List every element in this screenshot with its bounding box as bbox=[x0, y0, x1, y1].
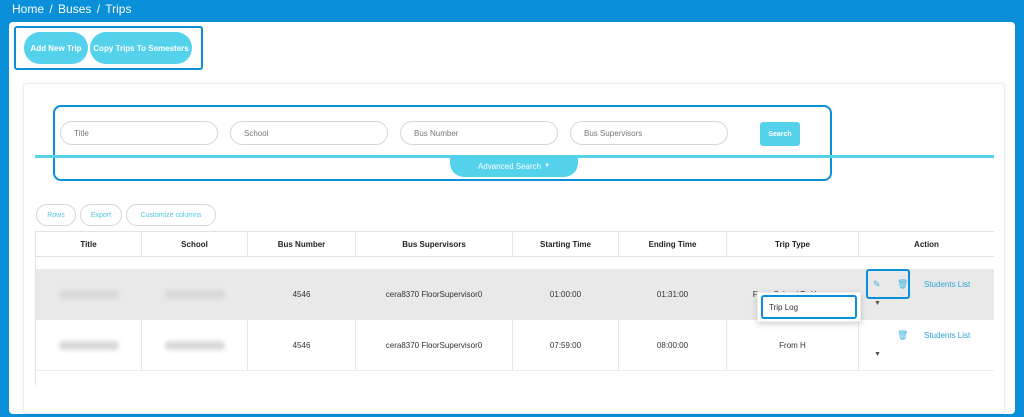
caret-down-icon[interactable]: ▼ bbox=[874, 351, 881, 358]
bus-number-filter-input[interactable]: Bus Number bbox=[400, 121, 558, 145]
customize-columns-button[interactable]: Customize columns bbox=[126, 204, 216, 226]
header-bus-supervisors[interactable]: Bus Supervisors bbox=[356, 232, 513, 256]
end-time-cell: 08:00:00 bbox=[619, 320, 727, 370]
header-bus-number[interactable]: Bus Number bbox=[248, 232, 356, 256]
breadcrumb: Home / Buses / Trips bbox=[12, 2, 133, 16]
pencil-icon[interactable]: ✎ bbox=[873, 279, 881, 290]
title-cell-redacted bbox=[36, 269, 142, 320]
caret-down-icon[interactable]: ▼ bbox=[874, 300, 881, 307]
header-title[interactable]: Title bbox=[36, 232, 142, 256]
copy-trips-button[interactable]: Copy Trips To Semesters bbox=[90, 32, 192, 64]
breadcrumb-separator: / bbox=[49, 2, 53, 16]
export-button[interactable]: Export bbox=[80, 204, 122, 226]
add-new-trip-button[interactable]: Add New Trip bbox=[24, 32, 88, 64]
title-filter-input[interactable]: Title bbox=[60, 121, 218, 145]
bus-supervisors-filter-input[interactable]: Bus Supervisors bbox=[570, 121, 728, 145]
breadcrumb-home[interactable]: Home bbox=[12, 2, 44, 16]
header-school[interactable]: School bbox=[142, 232, 248, 256]
table-row: 4546 cera8370 FloorSupervisor0 07:59:00 … bbox=[36, 320, 994, 371]
header-ending-time[interactable]: Ending Time bbox=[619, 232, 727, 256]
main-panel: Add New Trip Copy Trips To Semesters Tit… bbox=[9, 22, 1015, 414]
search-button[interactable]: Search bbox=[760, 122, 800, 146]
advanced-search-toggle[interactable]: Advanced Search ▼ bbox=[450, 155, 578, 177]
start-time-cell: 01:00:00 bbox=[513, 269, 619, 320]
trips-card: Title School Bus Number Bus Supervisors … bbox=[23, 83, 1005, 414]
redacted-text bbox=[58, 340, 119, 350]
redacted-text bbox=[164, 340, 225, 350]
action-dropdown-menu: Trip Log bbox=[757, 292, 861, 322]
students-list-link[interactable]: Students List bbox=[924, 280, 970, 289]
bus-number-cell: 4546 bbox=[248, 269, 356, 320]
trash-icon[interactable]: 🗑 bbox=[897, 279, 908, 290]
breadcrumb-trips: Trips bbox=[105, 2, 132, 16]
action-cell: ✎ 🗑 ▼ Students List bbox=[859, 269, 994, 320]
school-filter-input[interactable]: School bbox=[230, 121, 388, 145]
end-time-cell: 01:31:00 bbox=[619, 269, 727, 320]
action-cell: 🗑 ▼ Students List bbox=[859, 320, 994, 370]
breadcrumb-buses[interactable]: Buses bbox=[58, 2, 91, 16]
header-trip-type[interactable]: Trip Type bbox=[727, 232, 859, 256]
supervisors-cell: cera8370 FloorSupervisor0 bbox=[356, 320, 513, 370]
school-cell-redacted bbox=[142, 269, 248, 320]
rows-button[interactable]: Rows bbox=[36, 204, 76, 226]
trip-type-cell: From H bbox=[727, 320, 859, 370]
table-spacer bbox=[36, 257, 994, 269]
table-header: Title School Bus Number Bus Supervisors … bbox=[36, 231, 994, 257]
bus-number-cell: 4546 bbox=[248, 320, 356, 370]
redacted-text bbox=[58, 290, 119, 299]
start-time-cell: 07:59:00 bbox=[513, 320, 619, 370]
header-starting-time[interactable]: Starting Time bbox=[513, 232, 619, 256]
header-action: Action bbox=[914, 239, 939, 249]
redacted-text bbox=[164, 290, 225, 299]
advanced-search-label: Advanced Search bbox=[477, 161, 542, 171]
school-cell-redacted bbox=[142, 320, 248, 370]
caret-down-icon: ▼ bbox=[544, 163, 551, 169]
trip-log-menu-item[interactable]: Trip Log bbox=[761, 295, 857, 319]
breadcrumb-separator: / bbox=[96, 2, 101, 16]
title-cell-redacted bbox=[36, 320, 142, 370]
supervisors-cell: cera8370 FloorSupervisor0 bbox=[356, 269, 513, 320]
students-list-link[interactable]: Students List bbox=[924, 331, 970, 340]
trash-icon[interactable]: 🗑 bbox=[897, 330, 908, 341]
